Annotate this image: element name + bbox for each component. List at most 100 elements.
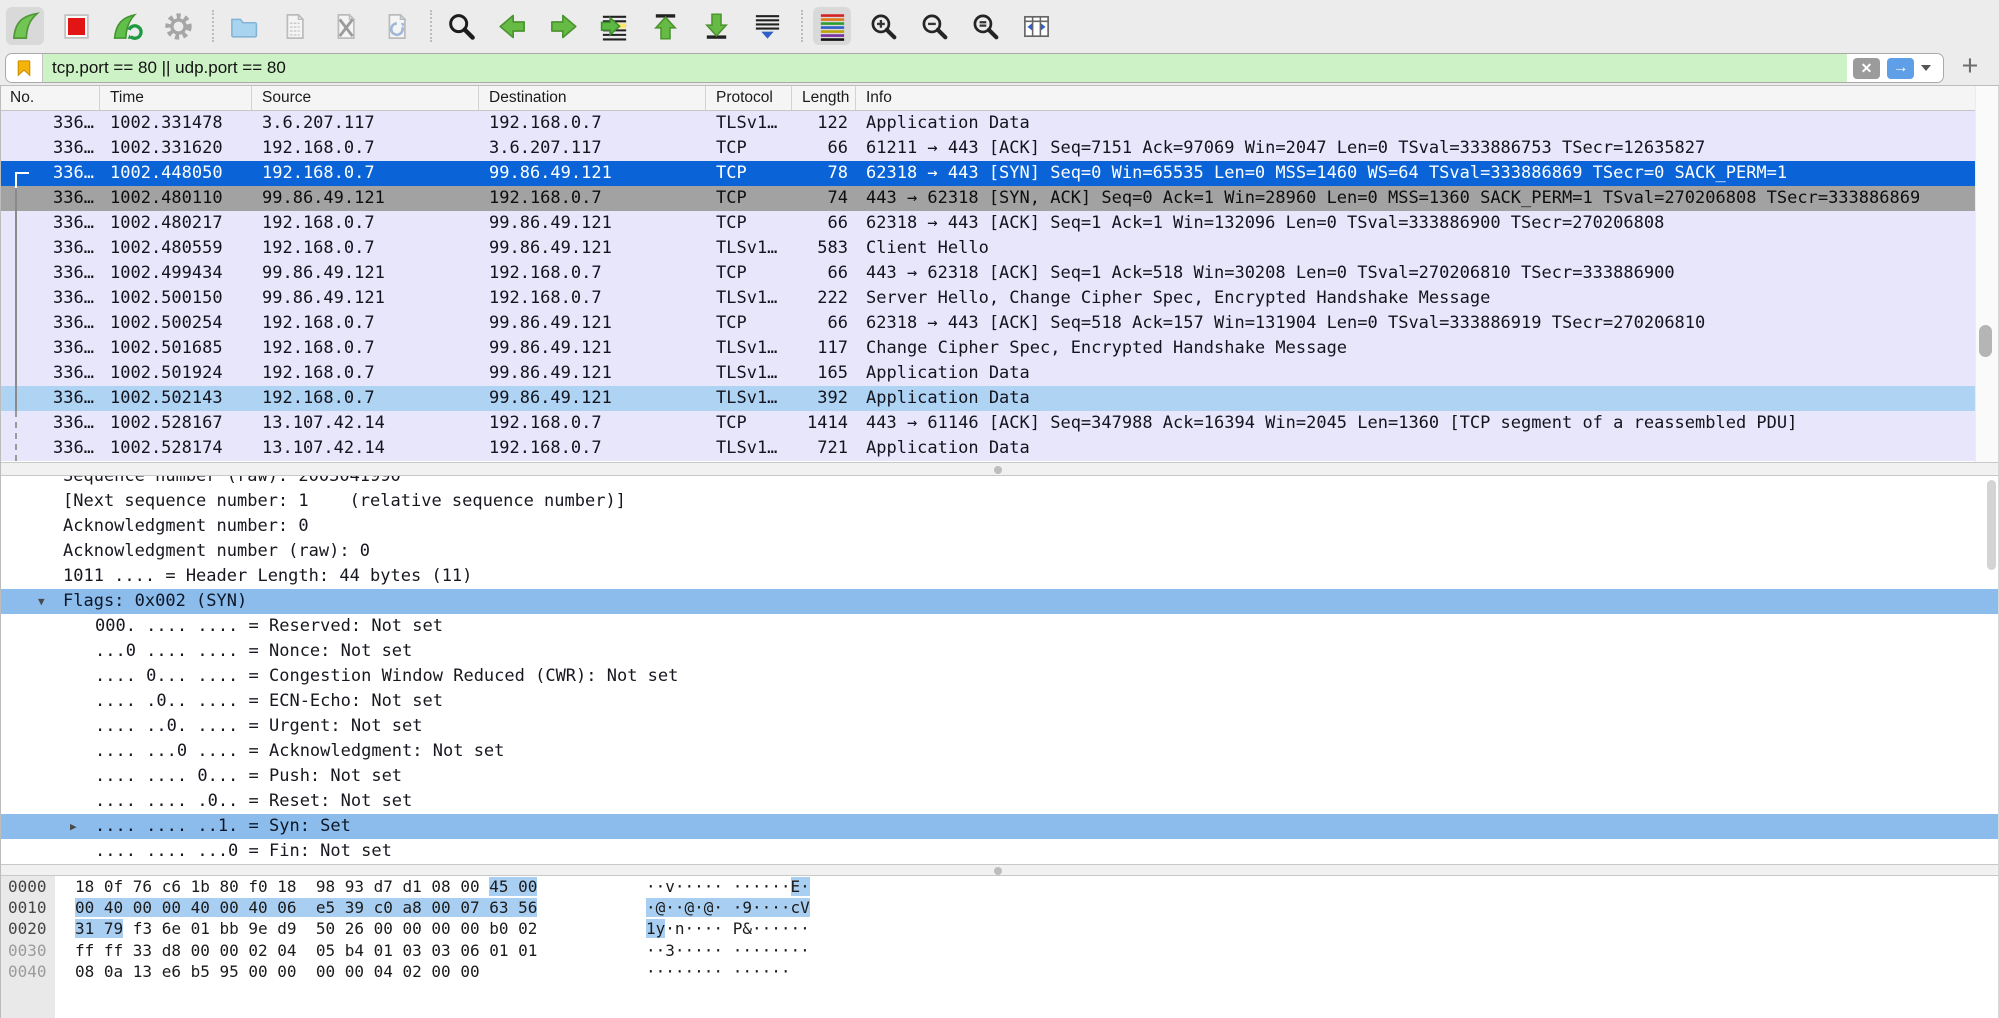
hex-row[interactable]: 002031 79 f3 6e 01 bb 9e d9 50 26 00 00 … (0, 918, 1999, 939)
detail-line[interactable]: ...0 .... .... = Nonce: Not set (0, 639, 1999, 664)
hex-row[interactable]: 001000 40 00 00 40 00 40 06 e5 39 c0 a8 … (0, 897, 1999, 918)
scrollbar-track[interactable] (1975, 86, 1999, 462)
filter-input[interactable]: tcp.port == 80 || udp.port == 80 (52, 54, 286, 82)
cell-info: Client Hello (856, 236, 1975, 261)
detail-line[interactable]: ▶.... .... ..1. = Syn: Set (0, 814, 1999, 839)
column-header-time[interactable]: Time (100, 86, 252, 110)
open-file-button[interactable] (224, 7, 262, 45)
packet-row[interactable]: 336…1002.448050192.168.0.799.86.49.121TC… (0, 161, 1975, 186)
detail-line[interactable]: .... 0... .... = Congestion Window Reduc… (0, 664, 1999, 689)
cell-len: 1414 (792, 411, 856, 436)
filter-dropdown-caret[interactable] (1921, 65, 1931, 71)
cell-no: 336… (0, 111, 100, 136)
go-back-button[interactable] (493, 7, 531, 45)
cell-len: 583 (792, 236, 856, 261)
restart-capture-button[interactable] (108, 7, 146, 45)
hex-row[interactable]: 000018 0f 76 c6 1b 80 f0 18 98 93 d7 d1 … (0, 876, 1999, 897)
column-header-protocol[interactable]: Protocol (706, 86, 792, 110)
pane-splitter[interactable] (0, 864, 1999, 876)
splitter-handle-icon[interactable] (994, 466, 1002, 474)
detail-line[interactable]: 1011 .... = Header Length: 44 bytes (11) (0, 564, 1999, 589)
detail-line[interactable]: Acknowledgment number (raw): 0 (0, 539, 1999, 564)
column-header-source[interactable]: Source (252, 86, 479, 110)
detail-text: .... 0... .... = Congestion Window Reduc… (95, 666, 678, 686)
stop-icon (61, 11, 92, 42)
detail-line[interactable]: ▼Flags: 0x002 (SYN) (0, 589, 1999, 614)
hex-row[interactable]: 004008 0a 13 e6 b5 95 00 00 00 00 04 02 … (0, 961, 1999, 982)
resize-columns-button[interactable] (1017, 7, 1055, 45)
cell-dst: 192.168.0.7 (479, 286, 706, 311)
packet-row[interactable]: 336…1002.3314783.6.207.117192.168.0.7TLS… (0, 111, 1975, 136)
capture-options-button[interactable] (159, 7, 197, 45)
zoom-out-button[interactable] (915, 7, 953, 45)
packet-row[interactable]: 336…1002.501924192.168.0.799.86.49.121TL… (0, 361, 1975, 386)
hex-ascii[interactable]: 1y·n···· P&······ (646, 918, 810, 939)
find-packet-button[interactable] (442, 7, 480, 45)
detail-text: .... .... ...0 = Fin: Not set (95, 841, 392, 861)
zoom-100-button[interactable] (966, 7, 1004, 45)
hex-row[interactable]: 0030ff ff 33 d8 00 00 02 04 05 b4 01 03 … (0, 940, 1999, 961)
collapse-arrow-icon[interactable]: ▼ (38, 589, 45, 614)
detail-line[interactable]: Sequence number (raw): 2003041990 (0, 476, 1999, 489)
cell-src: 99.86.49.121 (252, 186, 479, 211)
go-to-packet-button[interactable] (595, 7, 633, 45)
packet-row[interactable]: 336…1002.49943499.86.49.121192.168.0.7TC… (0, 261, 1975, 286)
cell-time: 1002.501685 (100, 336, 252, 361)
main-toolbar (6, 4, 1068, 48)
detail-line[interactable]: .... .... ...0 = Fin: Not set (0, 839, 1999, 864)
hex-ascii[interactable]: ·@··@·@· ·9····cV (646, 897, 810, 918)
column-header-info[interactable]: Info (856, 86, 1999, 110)
packet-row[interactable]: 336…1002.48011099.86.49.121192.168.0.7TC… (0, 186, 1975, 211)
detail-line[interactable]: .... .... 0... = Push: Not set (0, 764, 1999, 789)
apply-filter-button[interactable]: → (1887, 58, 1914, 79)
packet-row[interactable]: 336…1002.480559192.168.0.799.86.49.121TL… (0, 236, 1975, 261)
start-capture-button[interactable] (6, 7, 44, 45)
hex-ascii[interactable]: ··3····· ········ (646, 940, 810, 961)
packet-row[interactable]: 336…1002.502143192.168.0.799.86.49.121TL… (0, 386, 1975, 411)
go-last-button[interactable] (697, 7, 735, 45)
hex-bytes[interactable]: 08 0a 13 e6 b5 95 00 00 00 00 04 02 00 0… (75, 961, 480, 982)
filter-bookmark-button[interactable] (6, 54, 43, 82)
column-header-destination[interactable]: Destination (479, 86, 706, 110)
pane-splitter[interactable] (0, 462, 1999, 476)
auto-scroll-button[interactable] (748, 7, 786, 45)
packet-row[interactable]: 336…1002.480217192.168.0.799.86.49.121TC… (0, 211, 1975, 236)
hex-ascii[interactable]: ··v····· ······E· (646, 876, 810, 897)
scrollbar-thumb[interactable] (1979, 325, 1992, 357)
detail-line[interactable]: [Next sequence number: 1 (relative seque… (0, 489, 1999, 514)
packet-row[interactable]: 336…1002.52817413.107.42.14192.168.0.7TL… (0, 436, 1975, 461)
add-filter-button[interactable]: + (1955, 51, 1985, 81)
cell-len: 66 (792, 136, 856, 161)
hex-bytes[interactable]: 31 79 f3 6e 01 bb 9e d9 50 26 00 00 00 0… (75, 918, 537, 939)
detail-line[interactable]: .... .... .0.. = Reset: Not set (0, 789, 1999, 814)
packet-row[interactable]: 336…1002.331620192.168.0.73.6.207.117TCP… (0, 136, 1975, 161)
hex-bytes[interactable]: 18 0f 76 c6 1b 80 f0 18 98 93 d7 d1 08 0… (75, 876, 537, 897)
packet-row[interactable]: 336…1002.501685192.168.0.799.86.49.121TL… (0, 336, 1975, 361)
cell-src: 192.168.0.7 (252, 336, 479, 361)
column-header-no[interactable]: No. (0, 86, 100, 110)
expand-arrow-icon[interactable]: ▶ (70, 814, 77, 839)
go-forward-button[interactable] (544, 7, 582, 45)
hex-bytes[interactable]: ff ff 33 d8 00 00 02 04 05 b4 01 03 03 0… (75, 940, 537, 961)
zoom-in-button[interactable] (864, 7, 902, 45)
cell-info: 62318 → 443 [SYN] Seq=0 Win=65535 Len=0 … (856, 161, 1975, 186)
hex-bytes[interactable]: 00 40 00 00 40 00 40 06 e5 39 c0 a8 00 0… (75, 897, 537, 918)
clear-filter-button[interactable]: ✕ (1853, 58, 1880, 79)
column-header-length[interactable]: Length (792, 86, 856, 110)
splitter-handle-icon[interactable] (994, 867, 1002, 875)
packet-row[interactable]: 336…1002.500254192.168.0.799.86.49.121TC… (0, 311, 1975, 336)
detail-line[interactable]: 000. .... .... = Reserved: Not set (0, 614, 1999, 639)
stop-capture-button[interactable] (57, 7, 95, 45)
scrollbar-thumb[interactable] (1987, 480, 1996, 570)
detail-line[interactable]: .... .0.. .... = ECN-Echo: Not set (0, 689, 1999, 714)
detail-line[interactable]: Acknowledgment number: 0 (0, 514, 1999, 539)
cell-info: 443 → 62318 [ACK] Seq=1 Ack=518 Win=3020… (856, 261, 1975, 286)
cell-info: 443 → 62318 [SYN, ACK] Seq=0 Ack=1 Win=2… (856, 186, 1975, 211)
go-first-button[interactable] (646, 7, 684, 45)
colorize-button[interactable] (813, 7, 851, 45)
packet-row[interactable]: 336…1002.50015099.86.49.121192.168.0.7TL… (0, 286, 1975, 311)
detail-line[interactable]: .... ...0 .... = Acknowledgment: Not set (0, 739, 1999, 764)
hex-ascii[interactable]: ········ ······ (646, 961, 791, 982)
packet-row[interactable]: 336…1002.52816713.107.42.14192.168.0.7TC… (0, 411, 1975, 436)
detail-line[interactable]: .... ..0. .... = Urgent: Not set (0, 714, 1999, 739)
